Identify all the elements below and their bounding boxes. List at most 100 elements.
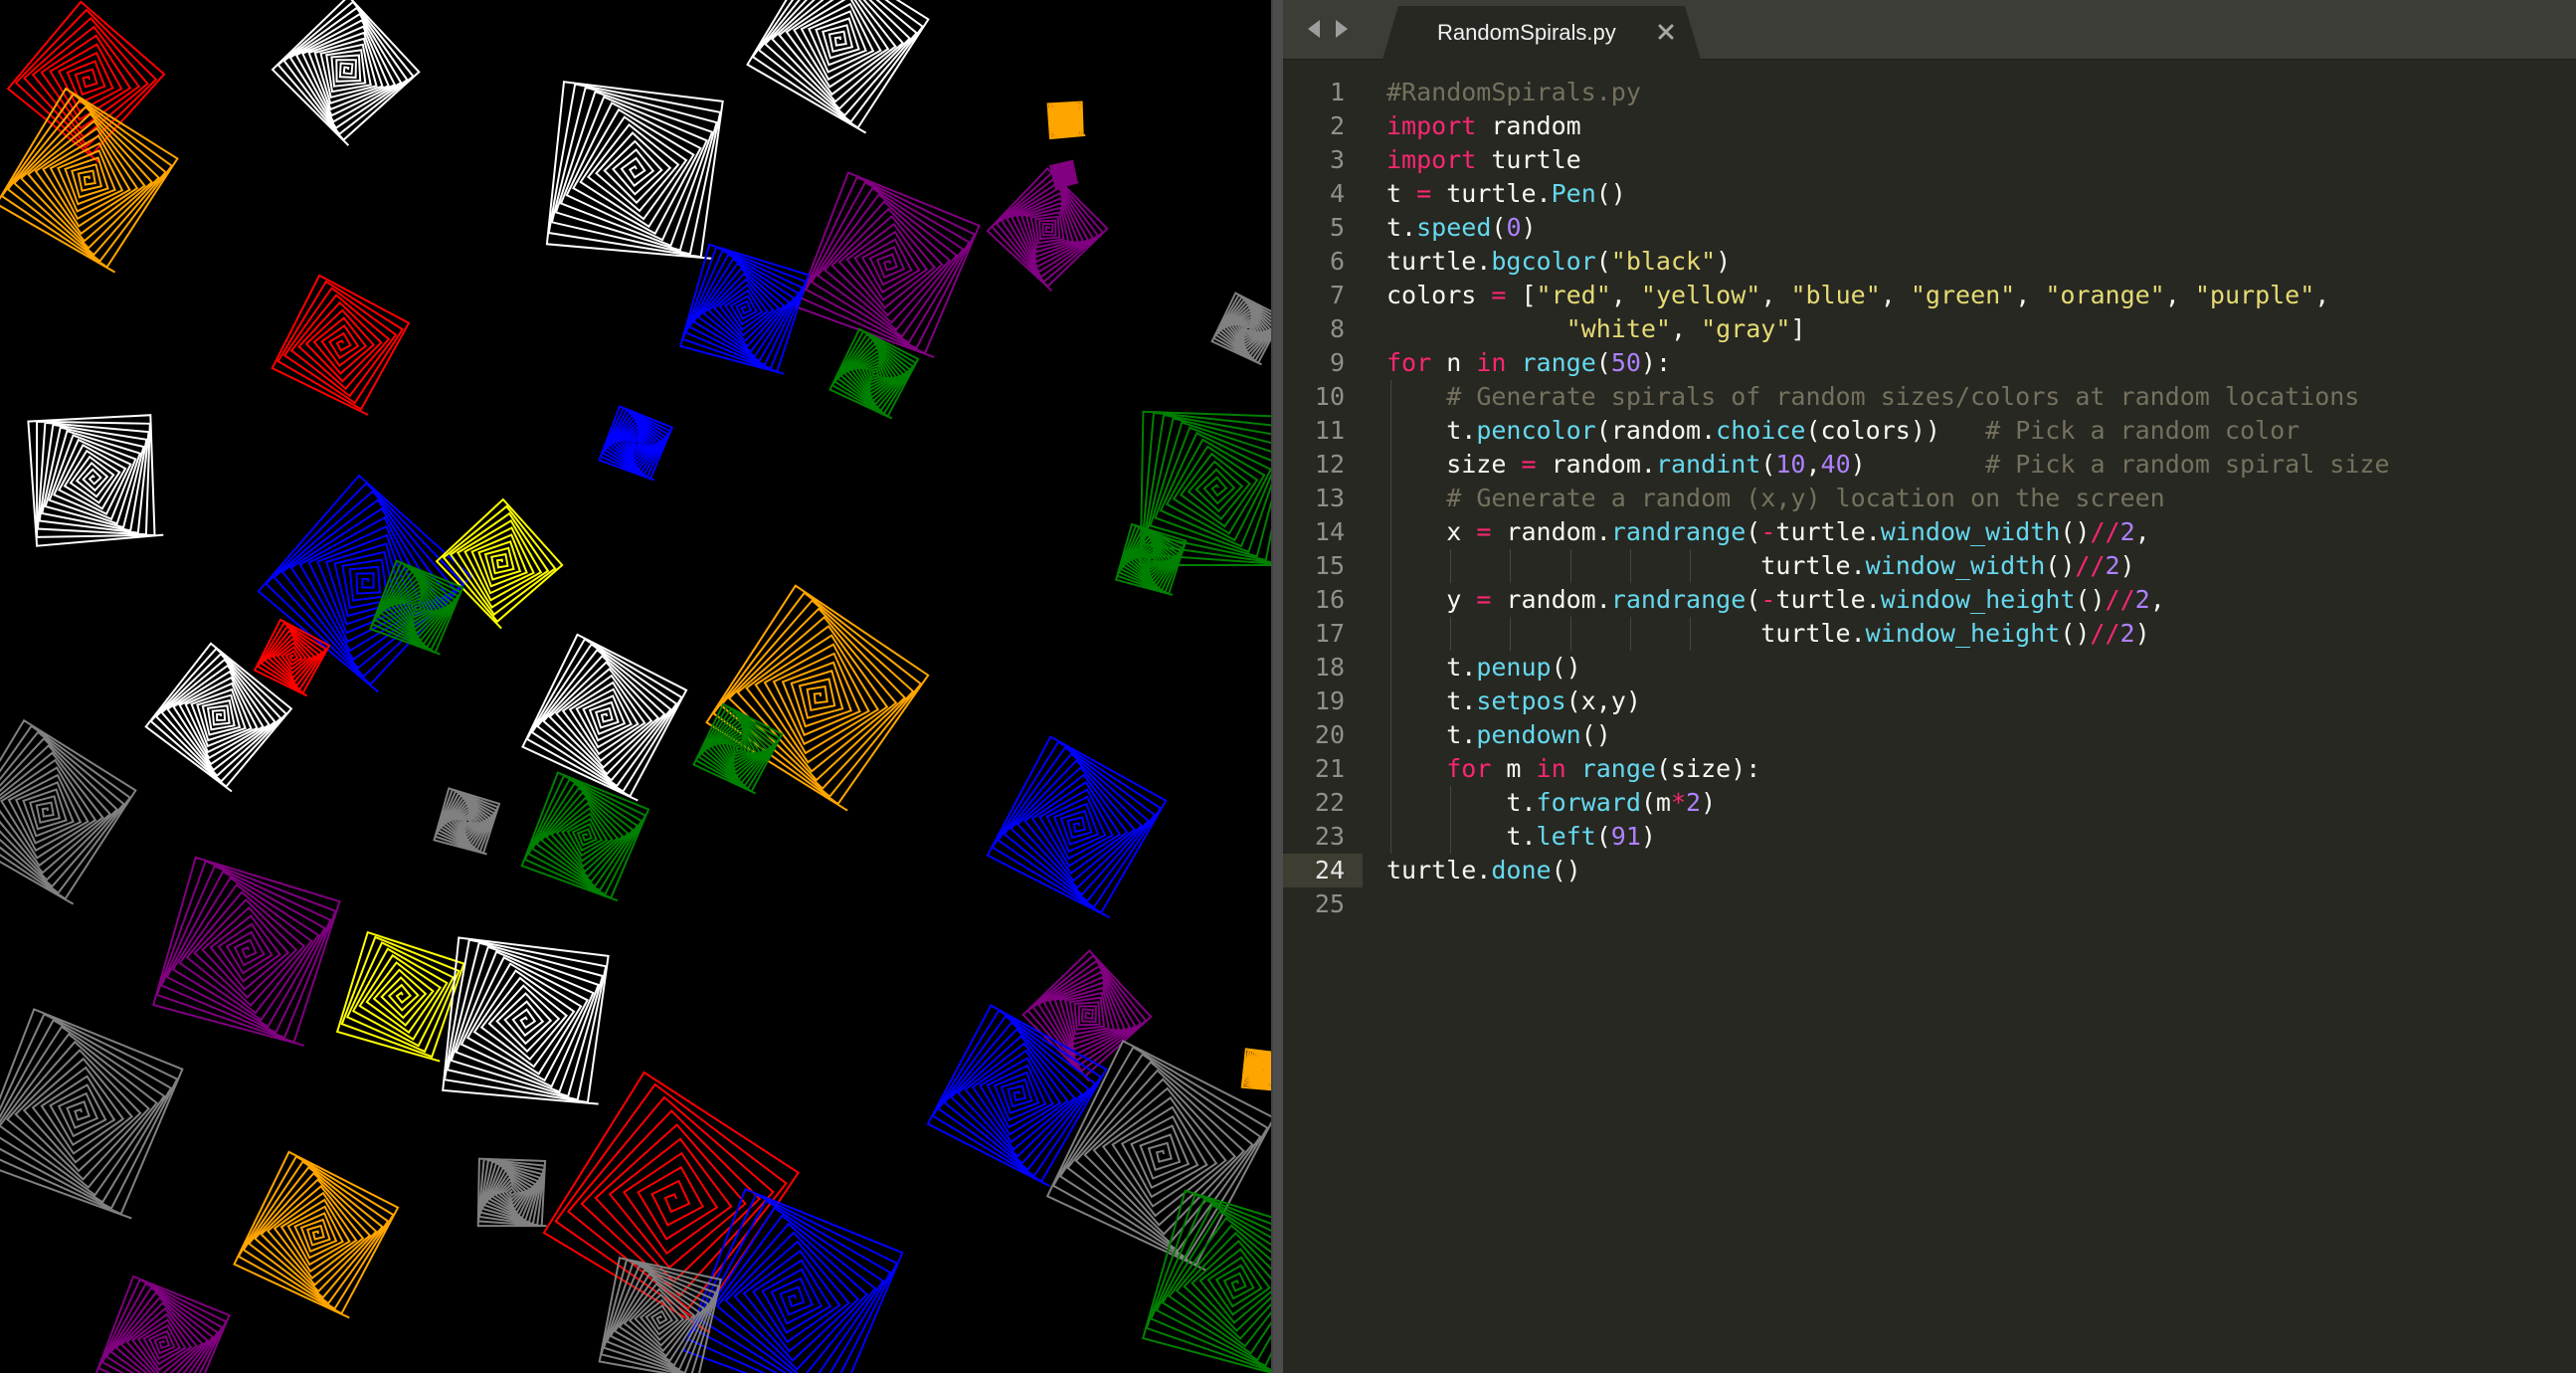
code-token: () <box>1551 653 1581 682</box>
line-number: 25 <box>1314 889 1345 918</box>
line-number: 21 <box>1314 754 1345 783</box>
spiral <box>545 81 724 260</box>
code-token: () <box>1595 179 1626 208</box>
code-line[interactable]: 9 for n in range(50): <box>1283 346 2576 380</box>
code-line[interactable]: 17 turtle.window_height()//2) <box>1283 617 2576 651</box>
spiral <box>27 414 164 547</box>
code-line[interactable]: 20 t.pendown() <box>1283 718 2576 752</box>
line-number: 12 <box>1314 450 1345 479</box>
code-token: randrange <box>1610 585 1747 614</box>
code-line[interactable]: 1 #RandomSpirals.py <box>1283 76 2576 109</box>
code-line[interactable]: 6 turtle.bgcolor("black") <box>1283 245 2576 279</box>
code-token: left <box>1536 822 1596 851</box>
code-token: t. <box>1386 416 1477 445</box>
tab-randomspirals-py[interactable]: RandomSpirals.py <box>1382 6 1701 60</box>
code-line[interactable]: 3 import turtle <box>1283 143 2576 177</box>
code-token: , <box>1805 450 1821 479</box>
code-text: t.forward(m*2) <box>1386 786 1716 820</box>
spiral <box>1240 1048 1271 1091</box>
code-area[interactable]: 1 #RandomSpirals.py 2 import random 3 import … <box>1283 60 2576 1373</box>
line-number: 17 <box>1314 619 1345 648</box>
code-token: turtle. <box>1431 179 1552 208</box>
line-number: 5 <box>1329 213 1345 242</box>
line-number: 14 <box>1314 517 1345 546</box>
code-line[interactable]: 22 t.forward(m*2) <box>1283 786 2576 820</box>
code-token: = <box>1416 179 1432 208</box>
code-token: () <box>2060 517 2091 546</box>
code-editor-window: RandomSpirals.py 1 #RandomSpirals.py 2 impo… <box>1283 0 2576 1373</box>
turtle-canvas[interactable] <box>0 0 1273 1373</box>
code-token: random. <box>1491 585 1611 614</box>
spiral <box>598 1257 722 1373</box>
line-number: 24 <box>1283 854 1363 887</box>
code-token: 2 <box>2105 551 2120 580</box>
code-line[interactable]: 24 turtle.done() <box>1283 854 2576 887</box>
spiral <box>795 171 981 358</box>
code-line[interactable]: 19 t.setpos(x,y) <box>1283 685 2576 718</box>
line-number: 8 <box>1329 314 1345 343</box>
code-text: turtle.bgcolor("black") <box>1386 245 1731 279</box>
code-token: random <box>1476 111 1581 140</box>
code-text: turtle.window_width()//2) <box>1386 549 2134 583</box>
code-token: 10 <box>1775 450 1806 479</box>
code-text: t.pencolor(random.choice(colors)) # Pick… <box>1386 414 2300 448</box>
code-token: done <box>1491 856 1552 884</box>
code-token: ) <box>1701 788 1717 817</box>
code-token: ] <box>1790 314 1806 343</box>
line-number: 9 <box>1329 348 1345 377</box>
chevron-left-icon[interactable] <box>1301 12 1327 46</box>
code-token: "green" <box>1910 281 2016 309</box>
code-line[interactable]: 18 t.penup() <box>1283 651 2576 685</box>
code-token: # Pick a random spiral size <box>1985 450 2390 479</box>
code-text: for n in range(50): <box>1386 346 1671 380</box>
spiral <box>335 930 465 1063</box>
chevron-right-icon[interactable] <box>1329 12 1355 46</box>
close-icon[interactable] <box>1653 19 1679 45</box>
spiral <box>435 497 564 630</box>
code-line[interactable]: 25 <box>1283 887 2576 921</box>
code-line[interactable]: 21 for m in range(size): <box>1283 752 2576 786</box>
code-line[interactable]: 4 t = turtle.Pen() <box>1283 177 2576 211</box>
code-token: range <box>1580 754 1656 783</box>
code-token: ( <box>1595 348 1611 377</box>
code-token: range <box>1521 348 1596 377</box>
code-token: 40 <box>1820 450 1851 479</box>
code-line[interactable]: 12 size = random.randint(10,40) # Pick a… <box>1283 448 2576 482</box>
line-number: 3 <box>1329 145 1345 174</box>
code-token: 2 <box>2134 585 2150 614</box>
line-number: 23 <box>1314 822 1345 851</box>
code-line[interactable]: 7 colors = ["red", "yellow", "blue", "gre… <box>1283 279 2576 312</box>
code-text: y = random.randrange(-turtle.window_heig… <box>1386 583 2165 617</box>
spiral <box>442 936 610 1105</box>
code-token: # Pick a random color <box>1985 416 2300 445</box>
code-token: , <box>2164 281 2195 309</box>
code-token: t. <box>1386 213 1417 242</box>
code-text: t.left(91) <box>1386 820 1656 854</box>
code-token: ( <box>1760 450 1776 479</box>
spiral <box>1046 100 1086 140</box>
code-line[interactable]: 8 "white", "gray"] <box>1283 312 2576 346</box>
code-token: ( <box>1595 822 1611 851</box>
code-token: , <box>2314 281 2330 309</box>
code-line[interactable]: 14 x = random.randrange(-turtle.window_w… <box>1283 515 2576 549</box>
code-line[interactable]: 2 import random <box>1283 109 2576 143</box>
code-line[interactable]: 5 t.speed(0) <box>1283 211 2576 245</box>
code-line[interactable]: 11 t.pencolor(random.choice(colors)) # P… <box>1283 414 2576 448</box>
code-text: t.penup() <box>1386 651 1581 685</box>
code-line[interactable]: 23 t.left(91) <box>1283 820 2576 854</box>
code-token: turtle. <box>1386 856 1492 884</box>
code-line[interactable]: 16 y = random.randrange(-turtle.window_h… <box>1283 583 2576 617</box>
code-line[interactable]: 15 turtle.window_width()//2) <box>1283 549 2576 583</box>
code-token: turtle. <box>1386 247 1492 276</box>
code-token: "blue" <box>1790 281 1881 309</box>
code-line[interactable]: 10 # Generate spirals of random sizes/co… <box>1283 380 2576 414</box>
spiral <box>0 1008 184 1220</box>
code-token: , <box>1760 281 1791 309</box>
spiral <box>520 771 650 902</box>
tab-bar: RandomSpirals.py <box>1283 0 2576 60</box>
code-token: // <box>2090 517 2120 546</box>
turtle-graphics-window[interactable] <box>0 0 1273 1373</box>
code-line[interactable]: 13 # Generate a random (x,y) location on… <box>1283 482 2576 515</box>
